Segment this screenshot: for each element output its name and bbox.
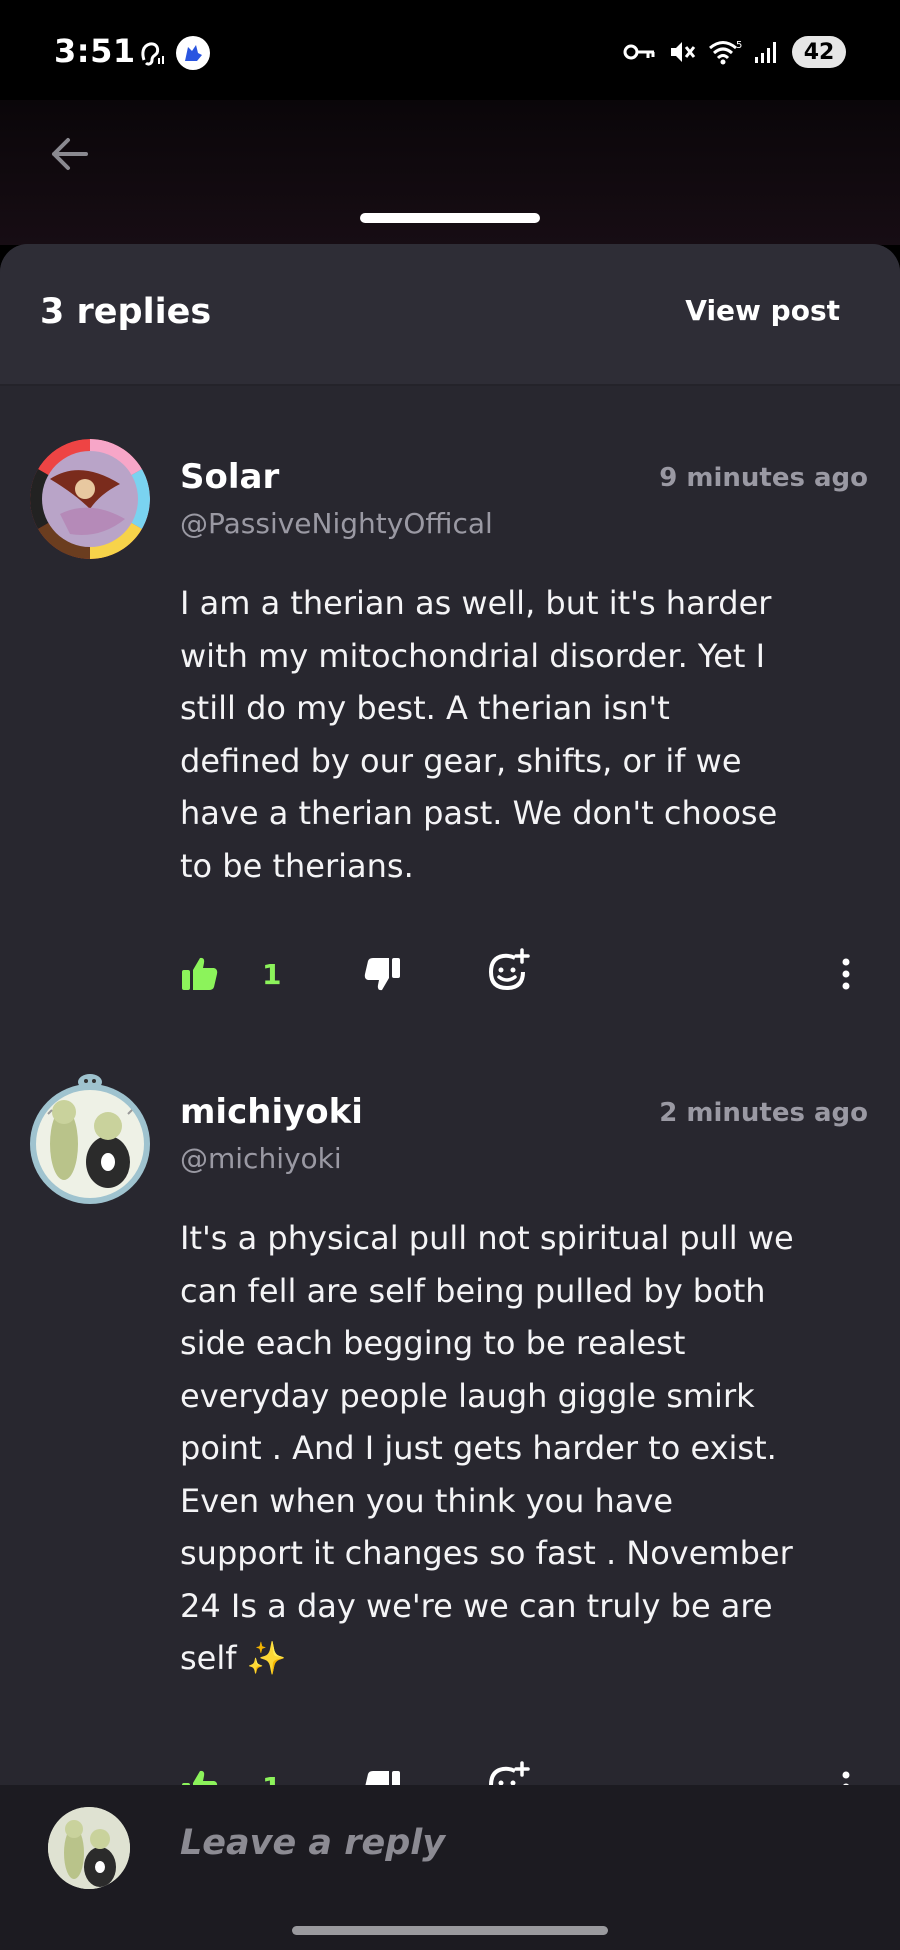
home-indicator[interactable]: [292, 1926, 608, 1935]
signal-icon: [755, 42, 776, 63]
status-bar: 3:51 5 42: [0, 0, 900, 100]
background-overlay[interactable]: [0, 100, 900, 245]
add-reaction-icon[interactable]: [485, 948, 531, 994]
comment-username[interactable]: michiyoki: [180, 1092, 363, 1132]
svg-text:5: 5: [736, 40, 742, 51]
comment-body: I am a therian as well, but it's harder …: [180, 577, 870, 892]
avatar[interactable]: [30, 439, 150, 559]
comment-line: self ✨: [180, 1639, 287, 1677]
current-user-avatar[interactable]: [48, 1807, 130, 1889]
comment-handle[interactable]: @michiyoki: [180, 1142, 342, 1175]
status-time: 3:51: [54, 32, 136, 70]
wolf-app-icon: [185, 45, 202, 61]
reply-bar: [0, 1785, 900, 1907]
sheet-header: 3 replies View post: [0, 244, 900, 386]
comment-line: still do my best. A therian isn't: [180, 689, 670, 727]
comment-line: to be therians.: [180, 846, 414, 885]
comment-username[interactable]: Solar: [180, 457, 279, 497]
ear-icon: [141, 42, 164, 66]
view-post-button[interactable]: View post: [685, 294, 840, 327]
mute-icon: [671, 42, 696, 62]
replies-count: 3 replies: [40, 292, 212, 332]
battery-indicator: 42: [792, 36, 846, 68]
comment-line: It's a physical pull not spiritual pull …: [180, 1219, 794, 1257]
replies-sheet: 3 replies View post Solar @PassiveNighty…: [0, 244, 900, 1794]
comment-line: point . And I just gets harder to exist.: [180, 1429, 777, 1467]
comment-line: 24 Is a day we're we can truly be are: [180, 1586, 773, 1625]
sheet-drag-handle[interactable]: [360, 213, 540, 223]
thumbs-up-icon[interactable]: [180, 954, 220, 994]
comment-timestamp: 9 minutes ago: [659, 463, 868, 493]
comment-handle[interactable]: @PassiveNightyOffical: [180, 507, 493, 540]
reply-input[interactable]: [180, 1823, 860, 1863]
comment-line: side each begging to be realest: [180, 1324, 686, 1362]
comment-line: Even when you think you have: [180, 1481, 674, 1520]
like-count: 1: [262, 958, 282, 991]
comment-line: have a therian past. We don't choose: [180, 794, 778, 832]
more-options-icon[interactable]: [838, 954, 854, 994]
comment-line: support it changes so fast . November: [180, 1534, 793, 1572]
app-notification-icon: [176, 36, 210, 70]
comment-line: with my mitochondrial disorder. Yet I: [180, 636, 766, 675]
vpn-key-icon: [623, 44, 655, 60]
comment-line: can fell are self being pulled by both: [180, 1271, 766, 1310]
back-arrow-icon[interactable]: [44, 128, 96, 180]
comment-line: defined by our gear, shifts, or if we: [180, 741, 742, 780]
wifi-icon: 5: [709, 40, 742, 65]
avatar[interactable]: [30, 1074, 150, 1204]
comment-line: I am a therian as well, but it's harder: [180, 584, 772, 622]
comment-actions: 1: [180, 948, 870, 1004]
thumbs-down-icon[interactable]: [362, 954, 402, 994]
comment-body: It's a physical pull not spiritual pull …: [180, 1212, 870, 1685]
comment-timestamp: 2 minutes ago: [659, 1098, 868, 1128]
comment-line: everyday people laugh giggle smirk: [180, 1376, 755, 1415]
